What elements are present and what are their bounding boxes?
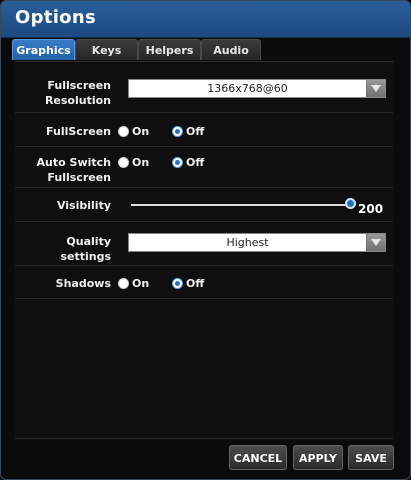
shadows-on-label: On (132, 277, 150, 290)
visibility-slider-track[interactable] (131, 204, 351, 206)
shadows-off-radio[interactable]: Off (172, 277, 212, 291)
divider (15, 221, 393, 222)
dialog-title: Options (15, 7, 96, 28)
auto-switch-off-radio[interactable]: Off (172, 156, 212, 170)
radio-checked-icon (172, 278, 183, 289)
save-button[interactable]: SAVE (348, 445, 394, 470)
auto-switch-off-label: Off (186, 156, 205, 169)
resolution-value: 1366x768@60 (207, 82, 288, 95)
auto-switch-label: Auto Switch Fullscreen (15, 155, 111, 185)
visibility-value: 200 (358, 202, 384, 216)
apply-button[interactable]: APPLY (293, 445, 343, 470)
tab-helpers[interactable]: Helpers (138, 39, 201, 60)
chevron-down-icon[interactable] (366, 234, 385, 251)
quality-value: Highest (226, 236, 269, 249)
tab-audio[interactable]: Audio (201, 39, 261, 60)
chevron-down-icon[interactable] (366, 80, 385, 97)
cancel-button[interactable]: CANCEL (229, 445, 287, 470)
divider (15, 265, 393, 266)
radio-checked-icon (172, 157, 183, 168)
shadows-on-radio[interactable]: On (118, 277, 158, 291)
auto-switch-on-radio[interactable]: On (118, 156, 158, 170)
visibility-slider-thumb[interactable] (345, 198, 356, 209)
quality-label: Quality settings (60, 235, 111, 263)
divider (15, 146, 393, 147)
footer-divider (15, 438, 393, 439)
quality-select[interactable]: Highest (128, 233, 386, 252)
fullscreen-on-label: On (132, 125, 150, 138)
fullscreen-on-radio[interactable]: On (118, 125, 158, 139)
fullscreen-label: FullScreen (46, 125, 111, 138)
divider (15, 298, 393, 299)
radio-unchecked-icon (118, 126, 129, 137)
radio-unchecked-icon (118, 157, 129, 168)
divider (15, 187, 393, 188)
resolution-select[interactable]: 1366x768@60 (128, 79, 386, 98)
fullscreen-off-label: Off (186, 125, 205, 138)
resolution-label-line1: Fullscreen (47, 79, 111, 92)
radio-unchecked-icon (118, 278, 129, 289)
options-dialog: Options Graphics Keys Helpers Audio Full… (0, 0, 411, 480)
resolution-label-line2: Resolution (44, 94, 111, 107)
shadows-off-label: Off (186, 277, 205, 290)
title-bar: Options (1, 1, 410, 38)
radio-checked-icon (172, 126, 183, 137)
resolution-label: Fullscreen Resolution (15, 78, 111, 108)
auto-switch-label-line2: Fullscreen (47, 171, 111, 184)
graphics-settings-panel: Fullscreen Resolution 1366x768@60 FullSc… (15, 61, 393, 439)
divider (15, 112, 393, 113)
shadows-label: Shadows (55, 277, 111, 290)
tab-graphics[interactable]: Graphics (12, 39, 75, 60)
auto-switch-label-line1: Auto Switch (36, 156, 111, 169)
fullscreen-off-radio[interactable]: Off (172, 125, 212, 139)
auto-switch-on-label: On (132, 156, 150, 169)
tab-keys[interactable]: Keys (75, 39, 138, 60)
visibility-label: Visibility (56, 199, 111, 212)
